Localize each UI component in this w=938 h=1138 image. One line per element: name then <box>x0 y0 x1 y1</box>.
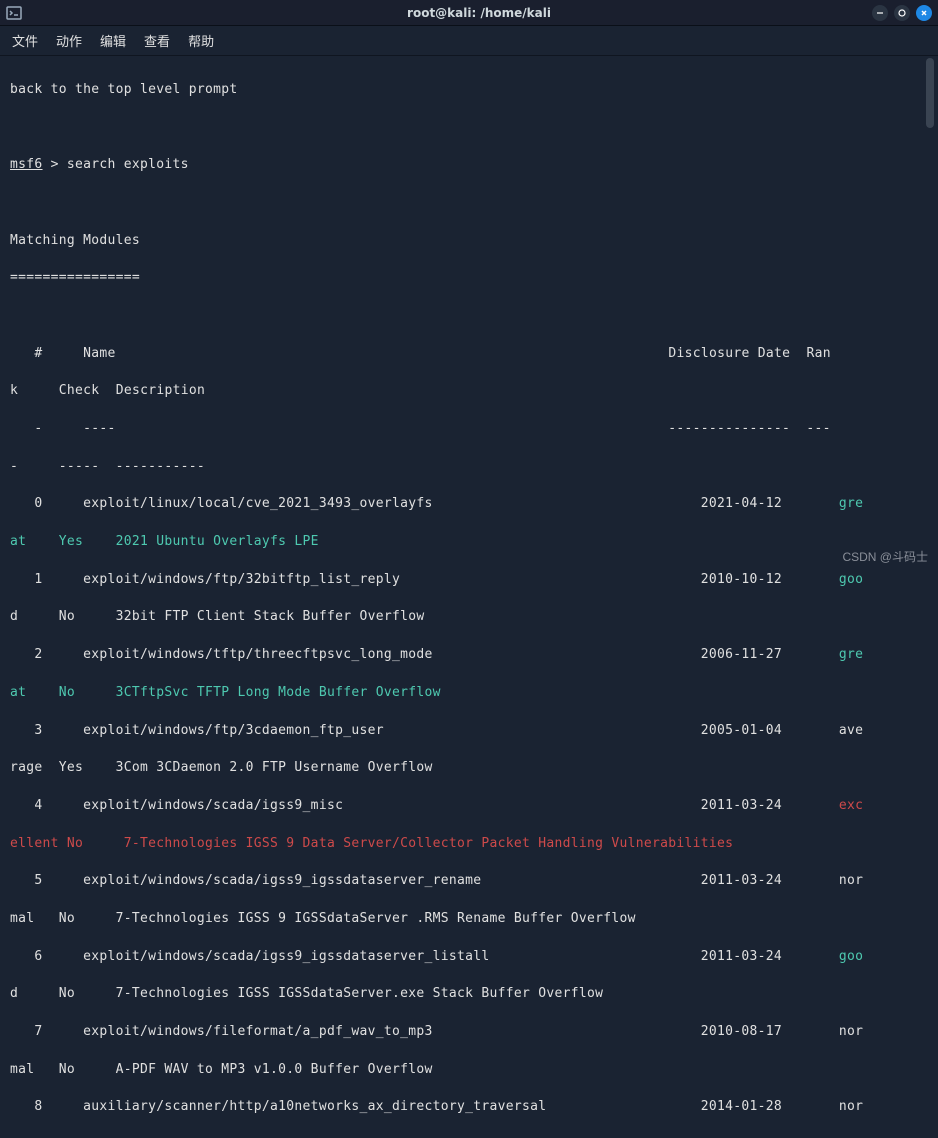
result-row-7b: mal No A-PDF WAV to MP3 v1.0.0 Buffer Ov… <box>10 1061 928 1080</box>
result-row-3b: rage Yes 3Com 3CDaemon 2.0 FTP Username … <box>10 759 928 778</box>
result-row-3a: 3 exploit/windows/ftp/3cdaemon_ftp_user … <box>10 722 928 741</box>
dash-row-2: - ----- ----------- <box>10 458 928 477</box>
menu-edit[interactable]: 编辑 <box>100 31 126 50</box>
blank <box>10 194 928 213</box>
maximize-button[interactable] <box>894 5 910 21</box>
command-text: search exploits <box>67 157 189 172</box>
result-row-0b: at Yes 2021 Ubuntu Overlayfs LPE <box>10 533 928 552</box>
result-row-6b: d No 7-Technologies IGSS IGSSdataServer.… <box>10 985 928 1004</box>
dash-row-1: - ---- --------------- --- <box>10 420 928 439</box>
result-row-5a: 5 exploit/windows/scada/igss9_igssdatase… <box>10 872 928 891</box>
menubar: 文件 动作 编辑 查看 帮助 <box>0 26 938 56</box>
back-line: back to the top level prompt <box>10 81 928 100</box>
result-row-2a: 2 exploit/windows/tftp/threecftpsvc_long… <box>10 646 928 665</box>
matching-underline: ================ <box>10 269 928 288</box>
watermark: CSDN @斗码士 <box>842 548 928 565</box>
col-header-1: # Name Disclosure Date Ran <box>10 345 928 364</box>
minimize-button[interactable] <box>872 5 888 21</box>
window-title: root@kali: /home/kali <box>86 6 872 20</box>
prompt-sep: > <box>43 157 67 172</box>
menu-view[interactable]: 查看 <box>144 31 170 50</box>
result-row-4a: 4 exploit/windows/scada/igss9_misc 2011-… <box>10 797 928 816</box>
prompt-line: msf6 > search exploits <box>10 156 928 175</box>
result-row-0a: 0 exploit/linux/local/cve_2021_3493_over… <box>10 495 928 514</box>
titlebar: root@kali: /home/kali <box>0 0 938 26</box>
titlebar-left <box>6 5 86 21</box>
result-row-8b: mal No A10 Networks AX Loadbalancer Dire… <box>10 1136 928 1138</box>
result-row-1b: d No 32bit FTP Client Stack Buffer Overf… <box>10 608 928 627</box>
menu-help[interactable]: 帮助 <box>188 31 214 50</box>
result-row-1a: 1 exploit/windows/ftp/32bitftp_list_repl… <box>10 571 928 590</box>
result-row-2b: at No 3CTftpSvc TFTP Long Mode Buffer Ov… <box>10 684 928 703</box>
col-header-2: k Check Description <box>10 382 928 401</box>
blank <box>10 307 928 326</box>
close-button[interactable] <box>916 5 932 21</box>
window-controls <box>872 5 932 21</box>
matching-header: Matching Modules <box>10 232 928 251</box>
result-row-5b: mal No 7-Technologies IGSS 9 IGSSdataSer… <box>10 910 928 929</box>
prompt-label: msf6 <box>10 157 43 172</box>
result-row-7a: 7 exploit/windows/fileformat/a_pdf_wav_t… <box>10 1023 928 1042</box>
menu-file[interactable]: 文件 <box>12 31 38 50</box>
scrollbar-thumb[interactable] <box>926 58 934 128</box>
result-row-8a: 8 auxiliary/scanner/http/a10networks_ax_… <box>10 1098 928 1117</box>
terminal-output[interactable]: back to the top level prompt msf6 > sear… <box>0 56 938 1138</box>
result-row-4b: ellent No 7-Technologies IGSS 9 Data Ser… <box>10 835 928 854</box>
result-row-6a: 6 exploit/windows/scada/igss9_igssdatase… <box>10 948 928 967</box>
menu-action[interactable]: 动作 <box>56 31 82 50</box>
terminal-icon <box>6 5 22 21</box>
blank <box>10 119 928 138</box>
